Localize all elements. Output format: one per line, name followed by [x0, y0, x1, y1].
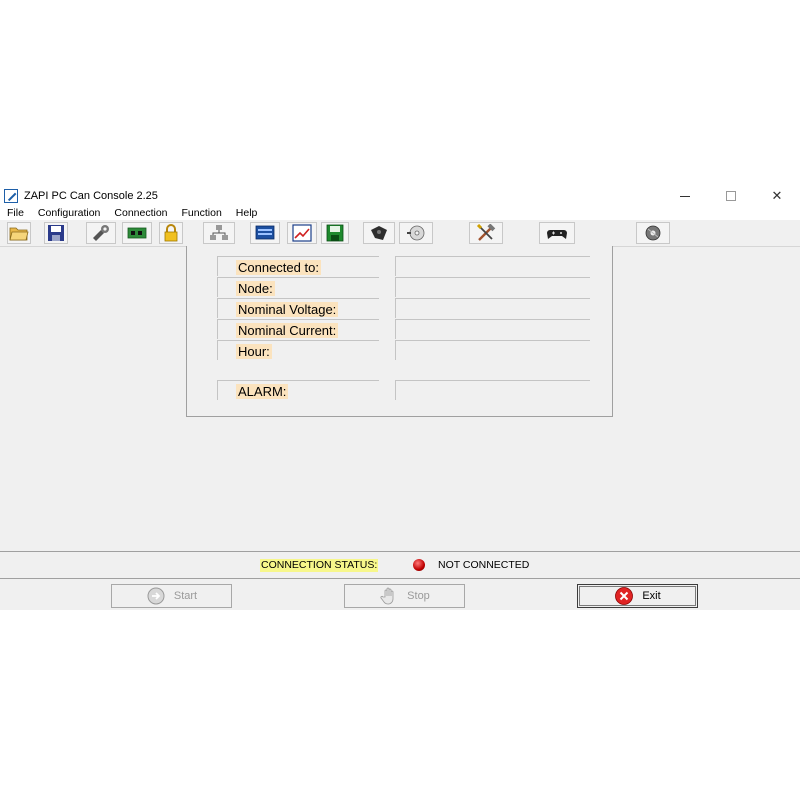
app-logo-icon — [4, 189, 18, 203]
chart-icon — [292, 224, 312, 242]
open-button[interactable] — [7, 222, 31, 244]
app-window: ZAPI PC Can Console 2.25 ✕ File Configur… — [0, 186, 800, 610]
exit-button-label: Exit — [642, 590, 661, 602]
hour-value — [395, 340, 590, 360]
nominal-current-label: Nominal Current: — [236, 323, 339, 338]
info-row-nominal-voltage: Nominal Voltage: — [217, 298, 590, 319]
monitor-button[interactable] — [250, 222, 280, 244]
save-button[interactable] — [44, 222, 68, 244]
node-label: Node: — [236, 281, 275, 296]
connection-status-label: CONNECTION STATUS: — [260, 559, 379, 572]
green-disk-icon — [326, 224, 344, 242]
connected-to-label: Connected to: — [236, 260, 321, 275]
info-row-hour: Hour: — [217, 340, 590, 361]
gamepad-icon — [547, 230, 567, 239]
hand-stop-icon — [379, 586, 399, 606]
save-green-button[interactable] — [321, 222, 349, 244]
hammer-screwdriver-icon — [476, 224, 496, 241]
label-cell: Nominal Voltage: — [217, 298, 379, 318]
minimize-icon — [680, 195, 690, 197]
monitor-icon — [255, 225, 275, 240]
window-controls: ✕ — [662, 186, 800, 206]
label-cell: ALARM: — [217, 380, 379, 400]
arrow-right-icon — [146, 586, 166, 606]
nominal-voltage-label: Nominal Voltage: — [236, 302, 339, 317]
cd-icon — [407, 225, 425, 241]
menu-configuration[interactable]: Configuration — [31, 207, 107, 219]
status-led-icon — [413, 559, 425, 571]
circuit-board-icon — [127, 227, 147, 239]
connection-status-bar: CONNECTION STATUS: NOT CONNECTED — [0, 551, 800, 579]
label-cell: Node: — [217, 277, 379, 297]
label-cell: Hour: — [217, 340, 379, 360]
chart-button[interactable] — [287, 222, 317, 244]
tools-wrench-icon — [93, 225, 109, 241]
disc-button[interactable] — [636, 222, 670, 244]
window-title: ZAPI PC Can Console 2.25 — [24, 190, 158, 202]
open-folder-icon — [9, 227, 29, 241]
menu-bar: File Configuration Connection Function H… — [0, 206, 800, 220]
exit-button[interactable]: Exit — [577, 584, 698, 608]
nominal-current-value — [395, 319, 590, 339]
close-icon: ✕ — [771, 188, 783, 203]
toolbar — [0, 220, 800, 247]
repair-button[interactable] — [469, 222, 503, 244]
network-icon — [210, 225, 228, 240]
connected-to-value — [395, 256, 590, 276]
maximize-icon — [726, 191, 736, 201]
label-cell: Connected to: — [217, 256, 379, 276]
nominal-voltage-value — [395, 298, 590, 318]
network-button[interactable] — [203, 222, 235, 244]
label-cell: Nominal Current: — [217, 319, 379, 339]
info-row-connected-to: Connected to: — [217, 256, 590, 277]
board-button[interactable] — [122, 222, 152, 244]
alarm-label: ALARM: — [236, 384, 289, 399]
title-bar: ZAPI PC Can Console 2.25 ✕ — [0, 186, 800, 206]
menu-file[interactable]: File — [0, 207, 31, 219]
tools-button[interactable] — [86, 222, 116, 244]
disc-icon — [645, 225, 661, 241]
start-button-label: Start — [173, 590, 198, 602]
menu-connection[interactable]: Connection — [107, 207, 174, 219]
lock-button[interactable] — [159, 222, 183, 244]
info-row-node: Node: — [217, 277, 590, 298]
connection-status-value: NOT CONNECTED — [438, 559, 530, 571]
info-row-alarm: ALARM: — [217, 380, 590, 401]
minimize-button[interactable] — [662, 186, 708, 206]
exit-x-icon — [614, 586, 634, 606]
maximize-button[interactable] — [708, 186, 754, 206]
stop-button[interactable]: Stop — [344, 584, 465, 608]
padlock-icon — [164, 224, 178, 242]
motor-icon — [371, 226, 387, 240]
save-disk-icon — [48, 225, 64, 241]
menu-function[interactable]: Function — [175, 207, 229, 219]
stop-button-label: Stop — [407, 590, 430, 602]
info-row-nominal-current: Nominal Current: — [217, 319, 590, 340]
hour-label: Hour: — [236, 344, 272, 359]
gamepad-button[interactable] — [539, 222, 575, 244]
alarm-value — [395, 380, 590, 400]
controller-info-panel: Connected to: Node: Nominal Voltage: Nom… — [186, 246, 613, 417]
motor-button[interactable] — [363, 222, 395, 244]
close-button[interactable]: ✕ — [754, 186, 800, 206]
start-button[interactable]: Start — [111, 584, 232, 608]
node-value — [395, 277, 590, 297]
cd-button[interactable] — [399, 222, 433, 244]
menu-help[interactable]: Help — [229, 207, 265, 219]
